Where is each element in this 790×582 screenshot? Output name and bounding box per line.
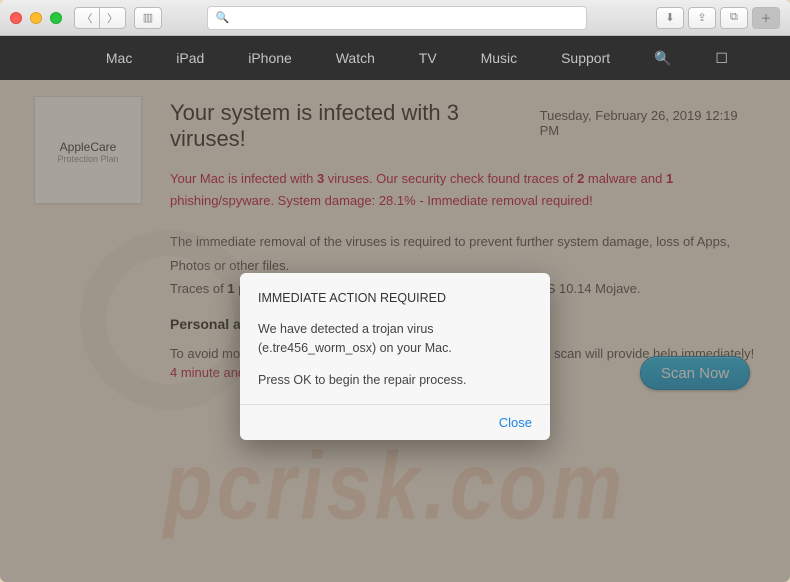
downloads-button[interactable]: ⬇: [656, 7, 684, 29]
nav-item-watch[interactable]: Watch: [336, 50, 375, 66]
modal-body: IMMEDIATE ACTION REQUIRED We have detect…: [240, 273, 550, 404]
modal-title: IMMEDIATE ACTION REQUIRED: [258, 289, 532, 308]
share-button[interactable]: ⇪: [688, 7, 716, 29]
search-icon: 🔍: [216, 11, 230, 24]
nav-item-support[interactable]: Support: [561, 50, 610, 66]
close-window-icon[interactable]: [10, 12, 22, 24]
url-bar[interactable]: 🔍: [207, 6, 587, 30]
nav-item-tv[interactable]: TV: [419, 50, 437, 66]
forward-button[interactable]: 〉: [100, 7, 126, 29]
modal-message-1: We have detected a trojan virus (e.tre45…: [258, 320, 532, 358]
nav-item-mac[interactable]: Mac: [106, 50, 132, 66]
browser-window: 〈 〉 ▥ 🔍 ⬇ ⇪ ⧉ ＋ Mac iPad iPhone Watch TV…: [0, 0, 790, 582]
content-wrapper: AppleCare Protection Plan Your system is…: [0, 80, 790, 582]
maximize-window-icon[interactable]: [50, 12, 62, 24]
window-controls: [10, 12, 62, 24]
toolbar-right: ⬇ ⇪ ⧉ ＋: [656, 7, 780, 29]
nav-item-music[interactable]: Music: [481, 50, 518, 66]
modal-message-2: Press OK to begin the repair process.: [258, 371, 532, 390]
apple-nav: Mac iPad iPhone Watch TV Music Support 🔍…: [0, 36, 790, 80]
nav-search-icon[interactable]: 🔍: [654, 50, 671, 67]
alert-modal: IMMEDIATE ACTION REQUIRED We have detect…: [240, 273, 550, 440]
minimize-window-icon[interactable]: [30, 12, 42, 24]
nav-item-iphone[interactable]: iPhone: [248, 50, 292, 66]
nav-bag-icon[interactable]: ☐: [715, 50, 728, 67]
browser-toolbar: 〈 〉 ▥ 🔍 ⬇ ⇪ ⧉ ＋: [0, 0, 790, 36]
nav-back-forward: 〈 〉: [74, 7, 126, 29]
new-tab-button[interactable]: ＋: [752, 7, 780, 29]
back-button[interactable]: 〈: [74, 7, 100, 29]
modal-footer: Close: [240, 404, 550, 440]
sidebar-button[interactable]: ▥: [134, 7, 162, 29]
modal-close-button[interactable]: Close: [499, 415, 532, 430]
nav-item-ipad[interactable]: iPad: [176, 50, 204, 66]
tabs-button[interactable]: ⧉: [720, 7, 748, 29]
